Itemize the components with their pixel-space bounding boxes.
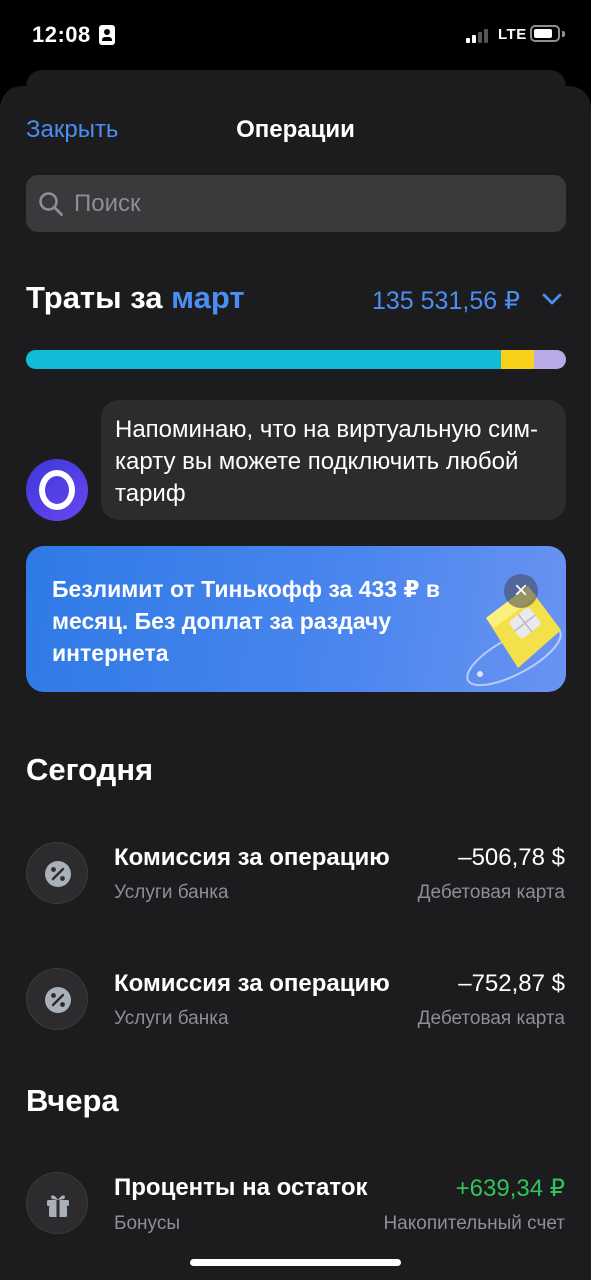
operation-title: Комиссия за операцию	[114, 970, 390, 997]
promo-text: Безлимит от Тинькофф за 433 ₽ в месяц. Б…	[52, 576, 440, 666]
search-placeholder: Поиск	[74, 190, 141, 217]
section-title-today: Сегодня	[26, 752, 154, 787]
contact-badge-icon	[99, 25, 115, 45]
spending-progress-bar[interactable]	[26, 350, 566, 369]
battery-icon	[530, 25, 560, 42]
spending-bar-segment	[501, 350, 534, 369]
sheet-title: Операции	[236, 116, 355, 143]
operation-category: Бонусы	[114, 1213, 180, 1234]
assistant-message-bubble[interactable]: Напоминаю, что на виртуальную сим-карту …	[101, 400, 566, 520]
operation-amount: –506,78 $	[458, 844, 565, 871]
promo-close-glyph: ×	[513, 577, 528, 604]
search-input[interactable]: Поиск	[26, 175, 566, 232]
operation-amount: –752,87 $	[458, 970, 565, 997]
assistant-avatar[interactable]	[26, 459, 88, 521]
percent-icon	[45, 987, 71, 1013]
operation-account: Дебетовая карта	[417, 1008, 565, 1029]
operation-icon	[26, 842, 88, 904]
spending-amount[interactable]: 135 531,56 ₽	[372, 286, 520, 316]
section-title-yesterday: Вчера	[26, 1083, 119, 1118]
operation-title: Проценты на остаток	[114, 1174, 368, 1201]
search-icon	[39, 192, 63, 216]
close-button[interactable]: Закрыть	[26, 116, 118, 144]
network-type: LTE	[498, 26, 527, 43]
operation-category: Услуги банка	[114, 882, 229, 903]
spending-bar-segment	[533, 350, 566, 369]
home-indicator[interactable]	[190, 1259, 401, 1266]
status-bar: 12:08 LTE	[0, 0, 591, 70]
operation-icon	[26, 1172, 88, 1234]
status-time: 12:08	[32, 22, 91, 47]
operation-category: Услуги банка	[114, 1008, 229, 1029]
operation-title: Комиссия за операцию	[114, 844, 390, 871]
assistant-message: Напоминаю, что на виртуальную сим-карту …	[115, 416, 539, 507]
signal-icon	[466, 27, 494, 43]
spending-title[interactable]: Траты за март	[26, 280, 245, 316]
spending-title-prefix: Траты за	[26, 280, 163, 315]
promo-banner[interactable]: Безлимит от Тинькофф за 433 ₽ в месяц. Б…	[26, 546, 566, 692]
assistant-avatar-letter	[39, 470, 75, 510]
spending-month[interactable]: март	[171, 280, 244, 315]
operation-account: Накопительный счет	[383, 1213, 565, 1234]
spending-bar-segment	[26, 350, 502, 369]
operation-icon	[26, 968, 88, 1030]
chevron-down-icon[interactable]	[540, 290, 564, 308]
close-icon[interactable]: ×	[504, 574, 538, 608]
operation-amount: +639,34 ₽	[455, 1175, 565, 1202]
operations-sheet: Закрыть Операции Поиск Траты за март 135…	[0, 86, 591, 1280]
percent-icon	[45, 861, 71, 887]
operation-account: Дебетовая карта	[417, 882, 565, 903]
gift-icon	[47, 1195, 69, 1217]
